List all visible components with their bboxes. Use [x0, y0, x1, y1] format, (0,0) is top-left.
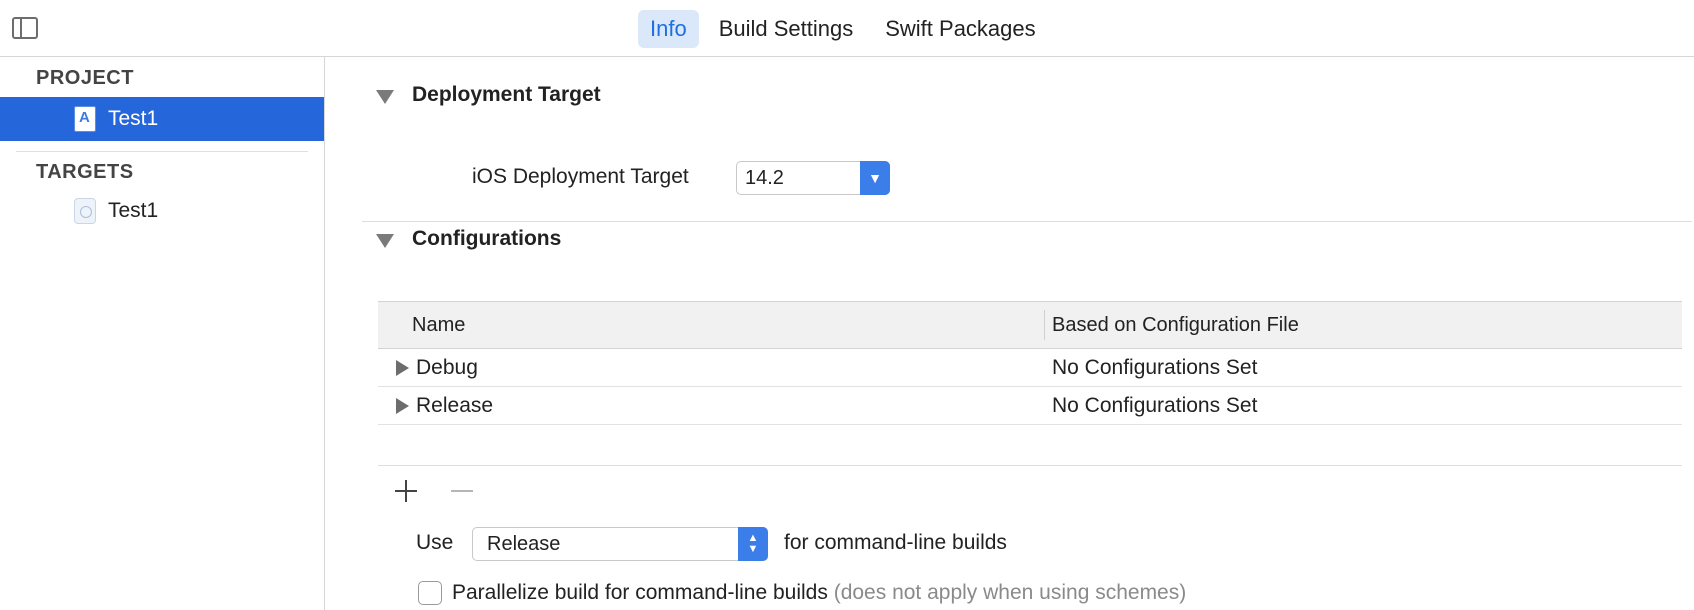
tab-build-settings[interactable]: Build Settings: [707, 10, 866, 48]
deployment-disclosure-triangle-icon[interactable]: [376, 90, 394, 104]
command-line-config-value: Release: [487, 532, 561, 555]
parallelize-note: (does not apply when using schemes): [833, 581, 1187, 604]
table-row[interactable]: Release No Configurations Set: [378, 387, 1682, 425]
tab-swift-packages[interactable]: Swift Packages: [873, 10, 1047, 48]
app-target-icon: [74, 198, 96, 224]
configurations-disclosure-triangle-icon[interactable]: [376, 234, 394, 248]
configurations-section-title: Configurations: [412, 227, 562, 250]
configurations-table: Name Based on Configuration File Debug N…: [378, 301, 1682, 425]
section-divider: [362, 221, 1692, 222]
disclosure-triangle-icon[interactable]: [396, 360, 409, 376]
ios-deployment-target-label: iOS Deployment Target: [472, 165, 689, 188]
command-line-config-popup[interactable]: Release ▲ ▼: [472, 527, 768, 561]
config-name: Release: [416, 394, 494, 417]
column-header-name[interactable]: Name: [412, 302, 465, 348]
targets-section-header: TARGETS: [36, 161, 134, 183]
table-row[interactable]: Debug No Configurations Set: [378, 349, 1682, 387]
chevron-down-icon: ▼: [860, 161, 890, 195]
ios-deployment-target-value: 14.2: [745, 166, 784, 189]
use-label: Use: [416, 531, 454, 554]
table-bottom-divider: [378, 465, 1682, 466]
deployment-section-title: Deployment Target: [412, 83, 601, 106]
parallelize-checkbox[interactable]: [418, 581, 442, 605]
parallelize-label: Parallelize build for command-line build…: [452, 581, 1186, 605]
up-down-chevron-icon: ▲ ▼: [738, 527, 768, 561]
sidebar-item-project[interactable]: Test1: [0, 97, 324, 141]
config-name: Debug: [416, 356, 478, 379]
add-configuration-button[interactable]: [392, 477, 420, 505]
column-separator: [1044, 310, 1045, 340]
column-header-config-file[interactable]: Based on Configuration File: [1052, 302, 1299, 348]
disclosure-triangle-icon[interactable]: [396, 398, 409, 414]
sidebar-item-label: Test1: [108, 199, 159, 222]
config-file: No Configurations Set: [1052, 394, 1258, 417]
info-pane: Deployment Target iOS Deployment Target …: [326, 57, 1694, 610]
config-file: No Configurations Set: [1052, 356, 1258, 379]
project-file-icon: [74, 106, 96, 132]
editor-tabs: Info Build Settings Swift Packages: [638, 10, 1048, 48]
sidebar-toggle-icon[interactable]: [12, 17, 38, 39]
parallelize-text: Parallelize build for command-line build…: [452, 581, 828, 604]
remove-configuration-button[interactable]: [448, 477, 476, 505]
ios-deployment-target-popup[interactable]: 14.2 ▼: [736, 161, 890, 195]
tab-info[interactable]: Info: [638, 10, 699, 48]
table-header: Name Based on Configuration File: [378, 301, 1682, 349]
sidebar-item-target[interactable]: Test1: [0, 189, 324, 233]
project-navigator: PROJECT Test1 TARGETS Test1: [0, 57, 325, 610]
sidebar-item-label: Test1: [108, 107, 159, 130]
use-suffix-label: for command-line builds: [784, 531, 1007, 554]
editor-toolbar: Info Build Settings Swift Packages: [0, 0, 1694, 57]
sidebar-divider: [16, 151, 308, 152]
project-section-header: PROJECT: [36, 67, 134, 89]
